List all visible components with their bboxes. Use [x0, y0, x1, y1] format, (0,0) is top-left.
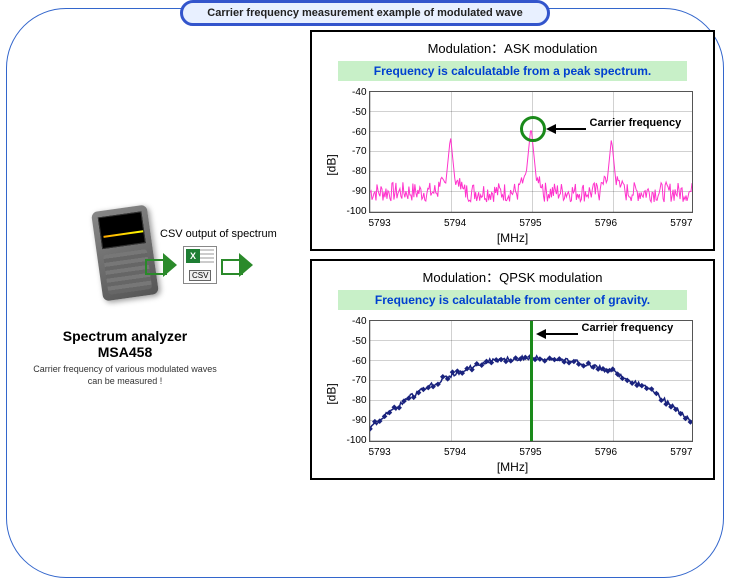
y-ticks: -40 -50 -60 -70 -80 -90 -100 [345, 87, 367, 217]
plot-canvas: Carrier frequency [369, 320, 693, 442]
chart-note: Frequency is calculatable from center of… [338, 290, 687, 310]
xtick: 5794 [444, 447, 466, 458]
plot-canvas: Carrier frequency [369, 91, 693, 213]
ytick: -40 [345, 87, 367, 98]
y-ticks: -40 -50 -60 -70 -80 -90 -100 [345, 316, 367, 446]
ytick: -70 [345, 146, 367, 157]
ytick: -100 [345, 435, 367, 446]
spectrum-trace [370, 92, 692, 212]
arrow-right-icon [221, 254, 255, 276]
carrier-marker-circle [520, 116, 546, 142]
sheet-grid-icon [200, 249, 214, 263]
chart-note: Frequency is calculatable from a peak sp… [338, 61, 687, 81]
plot-area: [dB] -40 -50 -60 -70 -80 -90 -100 Carrie… [323, 314, 703, 474]
device-caption: Carrier frequency of various modulated w… [30, 364, 220, 387]
arrow-right-icon [145, 254, 179, 276]
xtick: 5795 [519, 218, 541, 229]
csv-tag: CSV [189, 270, 211, 281]
ytick: -90 [345, 186, 367, 197]
device-name: Spectrum analyzer [30, 328, 220, 344]
device-model: MSA458 [30, 344, 220, 360]
xtick: 5795 [519, 447, 541, 458]
xtick: 5793 [369, 218, 391, 229]
y-axis-label: [dB] [324, 383, 338, 404]
ytick: -70 [345, 375, 367, 386]
carrier-label: Carrier frequency [590, 117, 682, 129]
csv-flow: X CSV [145, 246, 315, 284]
x-ticks: 5793 5794 5795 5796 5797 [369, 218, 693, 229]
ytick: -60 [345, 356, 367, 367]
carrier-label: Carrier frequency [582, 322, 674, 334]
ytick: -60 [345, 127, 367, 138]
chart-ask: Modulation：ASK modulation Frequency is c… [310, 30, 715, 251]
chart-title: Modulation：ASK modulation [320, 38, 705, 57]
xtick: 5794 [444, 218, 466, 229]
ytick: -90 [345, 415, 367, 426]
y-axis-label: [dB] [324, 154, 338, 175]
xtick: 5793 [369, 447, 391, 458]
ytick: -40 [345, 316, 367, 327]
xtick: 5797 [670, 447, 692, 458]
xtick: 5796 [595, 218, 617, 229]
x-ticks: 5793 5794 5795 5796 5797 [369, 447, 693, 458]
charts-column: Modulation：ASK modulation Frequency is c… [310, 30, 715, 488]
plot-area: [dB] -40 -50 -60 -70 -80 -90 -100 Carrie… [323, 85, 703, 245]
ytick: -80 [345, 166, 367, 177]
carrier-vline [530, 321, 533, 441]
ytick: -50 [345, 107, 367, 118]
carrier-arrow-icon [546, 122, 586, 136]
x-axis-label: [MHz] [323, 460, 703, 474]
xtick: 5796 [595, 447, 617, 458]
chart-title: Modulation：QPSK modulation [320, 267, 705, 286]
x-axis-label: [MHz] [323, 231, 703, 245]
chart-qpsk: Modulation：QPSK modulation Frequency is … [310, 259, 715, 480]
excel-badge: X [186, 249, 200, 263]
page-title: Carrier frequency measurement example of… [180, 0, 550, 26]
carrier-arrow-icon [536, 327, 578, 341]
csv-caption: CSV output of spectrum [160, 228, 277, 240]
ytick: -100 [345, 206, 367, 217]
csv-file-icon: X CSV [183, 246, 217, 284]
ytick: -80 [345, 395, 367, 406]
ytick: -50 [345, 336, 367, 347]
xtick: 5797 [670, 218, 692, 229]
